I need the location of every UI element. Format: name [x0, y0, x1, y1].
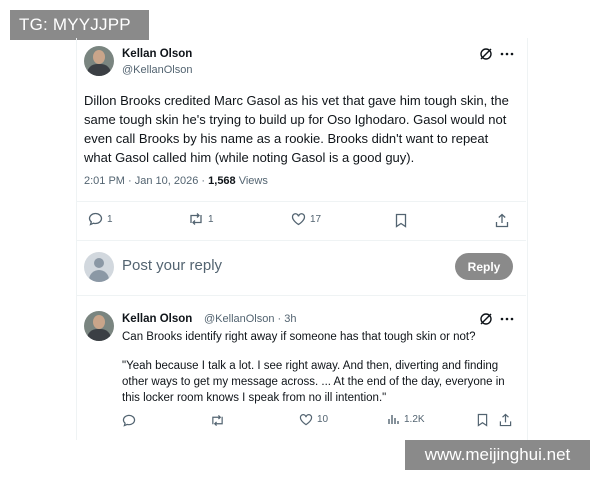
reply-text-line1: Can Brooks identify right away if someon… [122, 331, 476, 343]
repost-icon[interactable] [209, 412, 225, 428]
current-user-avatar [84, 252, 114, 282]
share-icon[interactable] [494, 212, 510, 228]
views-count: 1,568 [208, 175, 236, 187]
reply-icon[interactable] [121, 412, 137, 428]
divider [76, 201, 526, 202]
like-icon [291, 213, 306, 226]
like-action[interactable]: 17 [291, 212, 321, 226]
reply-author-avatar[interactable] [84, 311, 114, 341]
reply-button[interactable]: Reply [455, 253, 513, 280]
reply-views-count: 1.2K [404, 413, 425, 425]
more-icon[interactable] [499, 311, 515, 327]
like-count: 17 [310, 213, 322, 225]
grok-icon[interactable] [478, 46, 494, 62]
repost-icon [190, 213, 202, 225]
author-handle[interactable]: @KellanOlson [122, 64, 192, 76]
bookmark-icon[interactable] [474, 412, 490, 428]
reply-input[interactable]: Post your reply [122, 257, 222, 274]
author-name[interactable]: Kellan Olson [122, 48, 192, 60]
watermark-bottom-right: www.meijinghui.net [405, 440, 590, 470]
analytics-icon [388, 415, 399, 424]
reply-views-action[interactable]: 1.2K [387, 413, 425, 425]
author-avatar[interactable] [84, 46, 114, 76]
share-icon[interactable] [497, 412, 513, 428]
watermark-top-left: TG: MYYJJPP [10, 10, 149, 40]
tweet-time[interactable]: 2:01 PM · Jan 10, 2026 · [84, 175, 208, 187]
bookmark-icon[interactable] [393, 212, 409, 228]
more-icon[interactable] [499, 46, 515, 62]
reply-icon [88, 212, 103, 226]
grok-icon[interactable] [478, 311, 494, 327]
repost-count: 1 [208, 213, 214, 225]
reply-like-count: 10 [317, 414, 329, 425]
divider [76, 240, 526, 241]
tweet-text: Dillon Brooks credited Marc Gasol as his… [84, 93, 509, 165]
reply-author-handle[interactable]: @KellanOlson · 3h [204, 313, 297, 325]
reply-count: 1 [107, 213, 113, 225]
reply-like-action[interactable]: 10 [299, 413, 328, 426]
like-icon [299, 414, 313, 426]
divider [76, 295, 526, 296]
tweet-meta: 2:01 PM · Jan 10, 2026 · 1,568 Views [84, 175, 268, 187]
reply-text-quote: "Yeah because I talk a lot. I see right … [122, 360, 505, 404]
reply-author-name[interactable]: Kellan Olson [122, 313, 192, 325]
reply-action[interactable]: 1 [88, 212, 113, 226]
repost-action[interactable]: 1 [188, 212, 214, 226]
views-label: Views [235, 175, 268, 187]
